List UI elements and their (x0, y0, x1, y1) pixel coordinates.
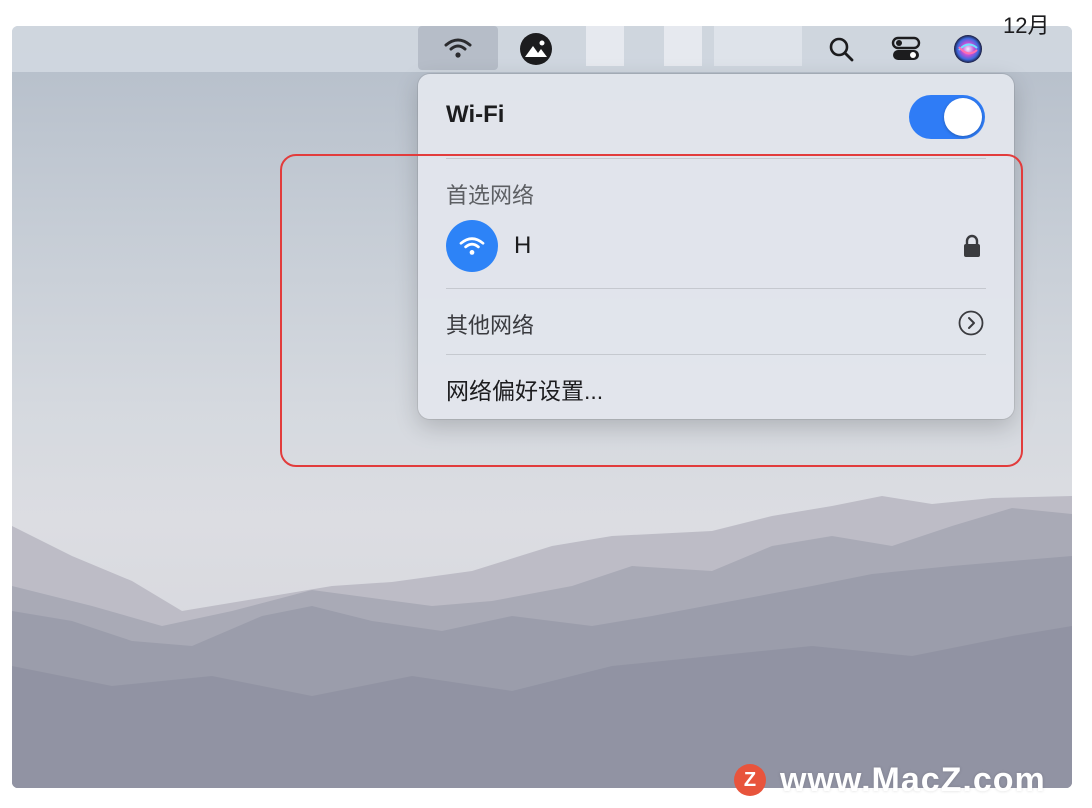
menu-bar-clock[interactable]: 12月 (1003, 8, 1049, 40)
blurred-status-item (714, 26, 802, 66)
wifi-title: Wi-Fi (446, 101, 505, 128)
photo-status-button[interactable] (514, 26, 558, 72)
control-center-icon (891, 36, 921, 60)
search-icon (829, 37, 854, 62)
blurred-status-item (664, 26, 702, 66)
wifi-icon (444, 38, 472, 58)
watermark-text: www.MacZ.com (780, 760, 1046, 799)
toggle-knob (944, 98, 982, 136)
control-center-button[interactable] (886, 26, 926, 72)
wifi-status-button[interactable] (418, 26, 498, 70)
watermark: Z www.MacZ.com (734, 760, 1046, 800)
siri-button[interactable] (950, 26, 986, 72)
blurred-status-item (586, 26, 624, 66)
wifi-toggle[interactable] (909, 95, 985, 139)
annotation-highlight-box (280, 154, 1023, 467)
siri-icon (954, 35, 982, 63)
watermark-logo: Z (734, 764, 766, 796)
spotlight-button[interactable] (822, 26, 860, 72)
photo-icon (520, 33, 552, 65)
menu-bar (12, 26, 1072, 72)
